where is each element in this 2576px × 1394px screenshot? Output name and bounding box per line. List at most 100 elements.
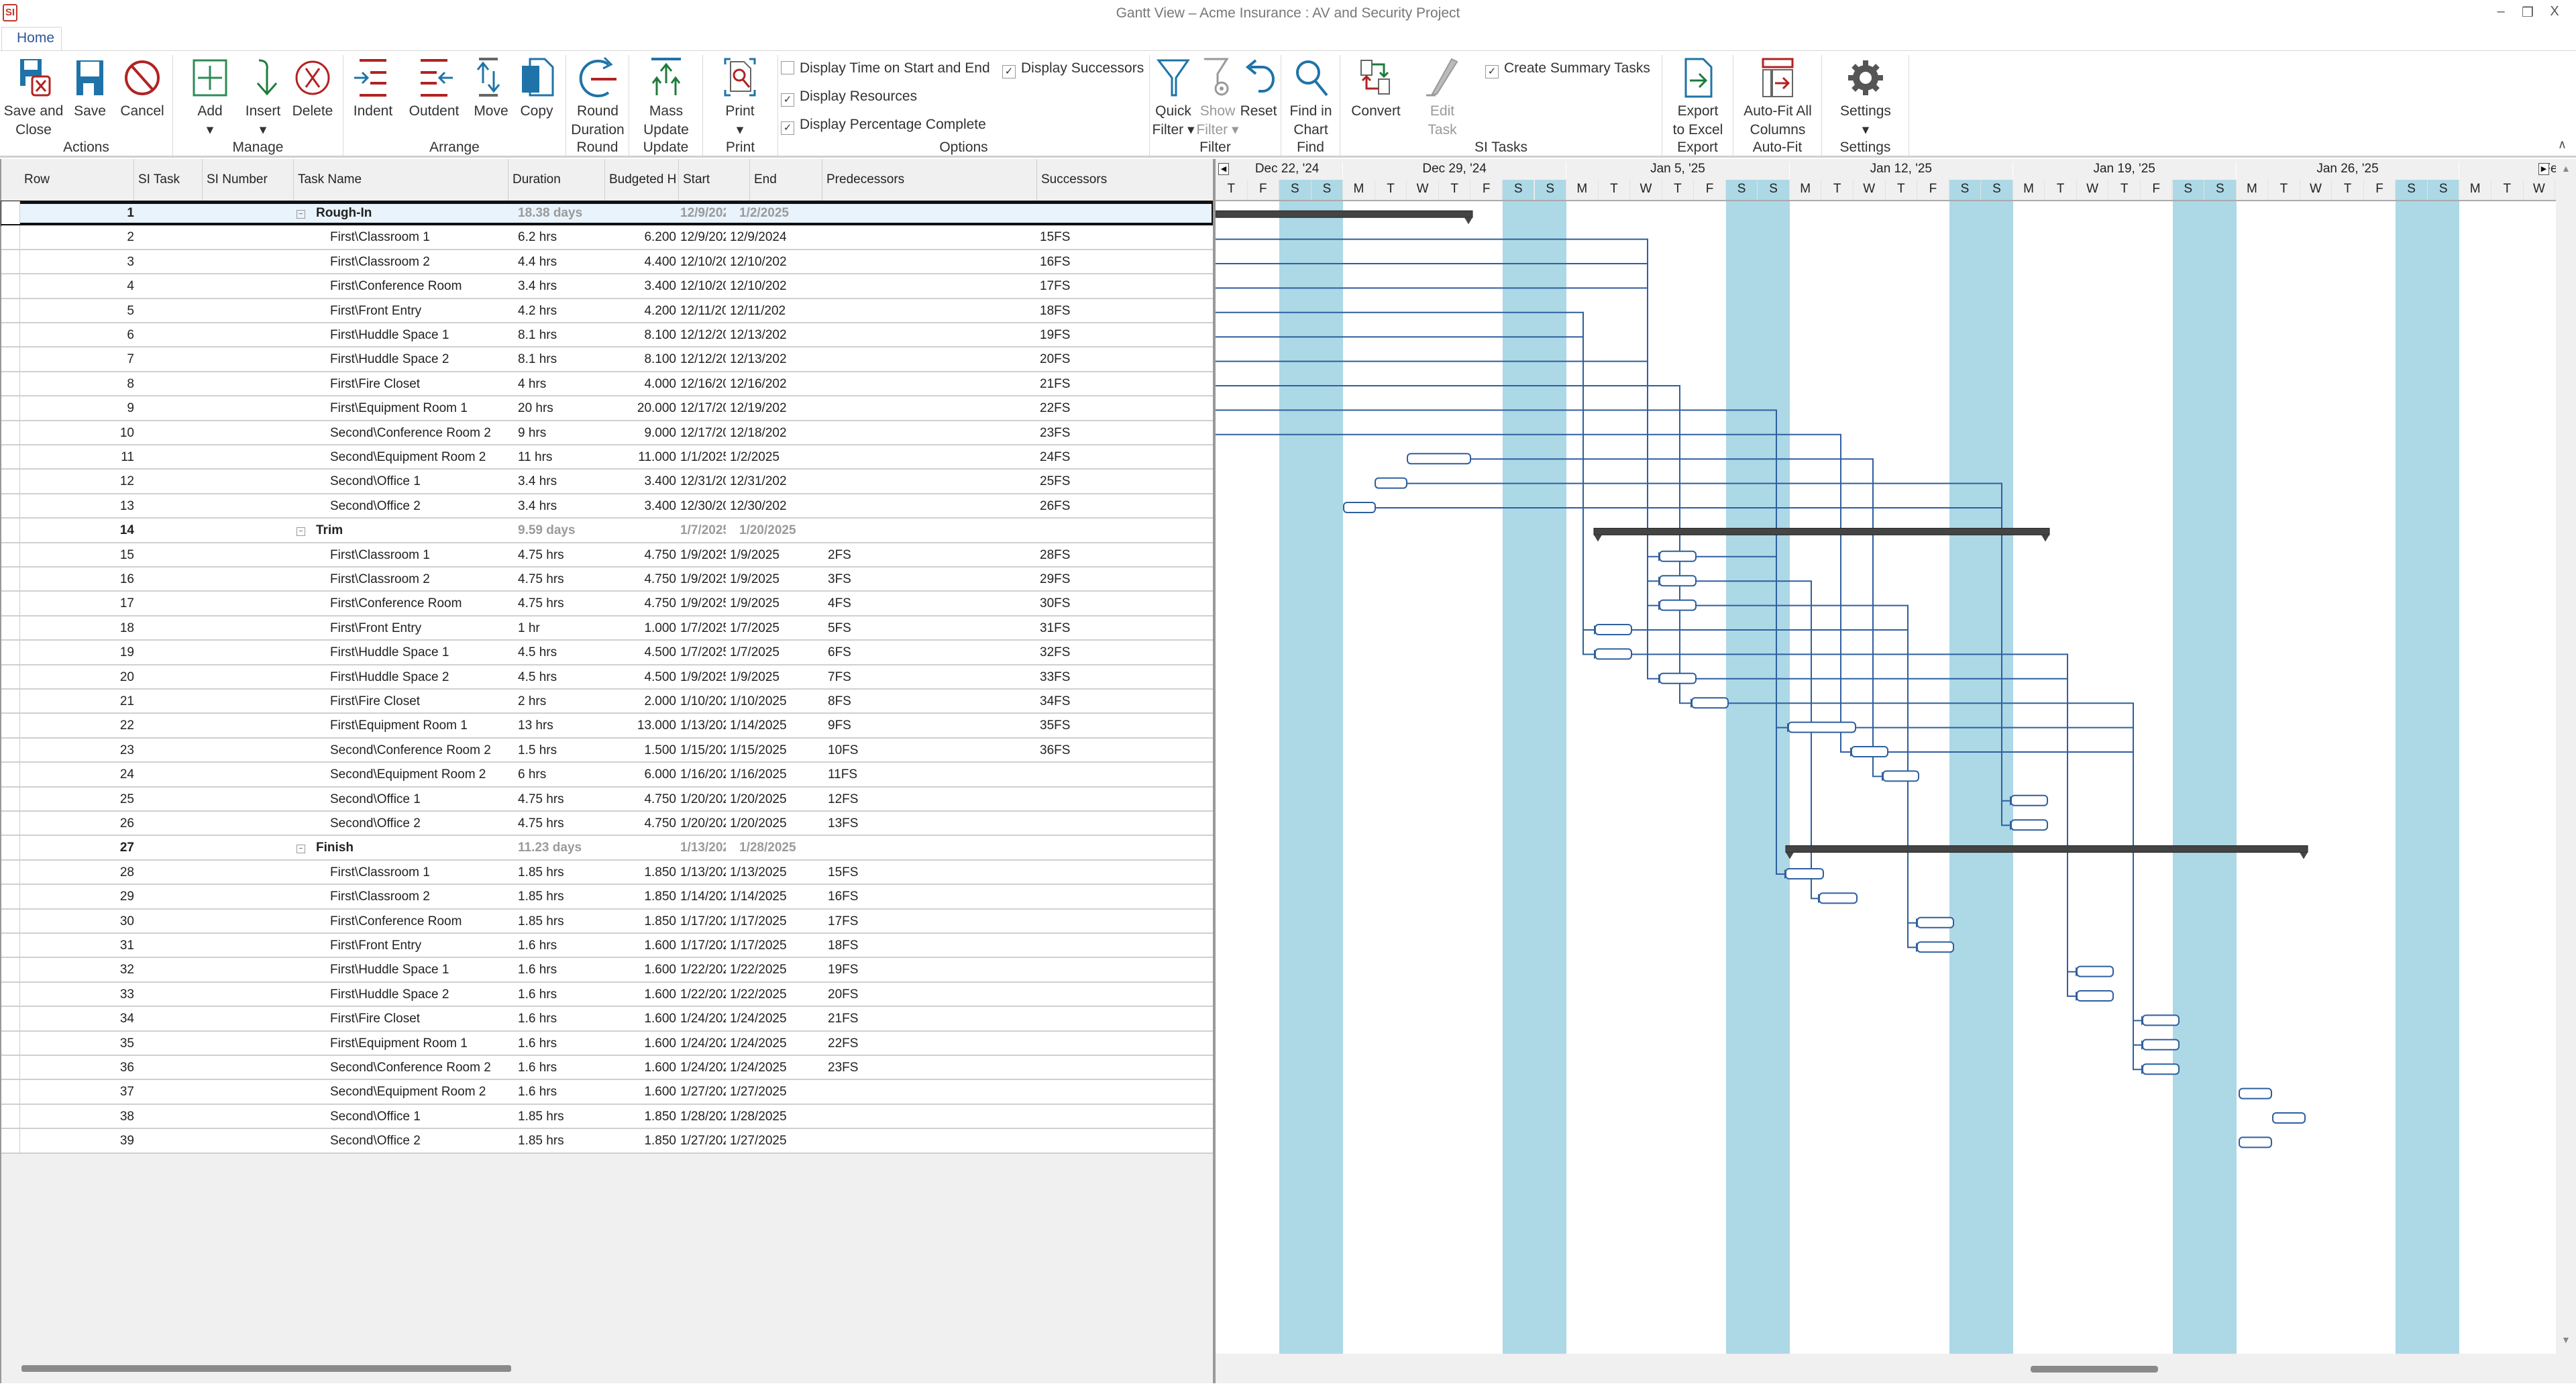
checkbox-display-resources[interactable]: ✓ Display Resources bbox=[781, 89, 917, 107]
cell-successors[interactable]: 16FS bbox=[1040, 255, 1174, 270]
cell-task-name[interactable]: First\Fire Closet bbox=[330, 1012, 511, 1026]
row-header[interactable] bbox=[1, 738, 20, 762]
column-header-start[interactable]: Start bbox=[679, 159, 750, 201]
column-header-successors[interactable]: Successors bbox=[1037, 159, 1214, 201]
cell-budgeted-hours[interactable]: 1.600 bbox=[605, 987, 676, 1002]
cell-task-name[interactable]: First\Huddle Space 2 bbox=[330, 987, 511, 1002]
cell-task-name[interactable]: Second\Equipment Room 2 bbox=[330, 1085, 511, 1100]
row-header[interactable] bbox=[1, 616, 20, 640]
cell-task-name[interactable]: First\Conference Room bbox=[330, 596, 511, 611]
cell-successors[interactable]: 24FS bbox=[1040, 450, 1174, 465]
task-row[interactable]: 17 First\Conference Room 4.75 hrs 4.750 1/9/… bbox=[1, 592, 1214, 616]
cell-budgeted-hours[interactable]: 8.100 bbox=[605, 352, 676, 367]
cell-end[interactable]: 12/11/202 bbox=[726, 304, 818, 319]
save-close-button[interactable]: Save and Close bbox=[0, 55, 67, 140]
cell-budgeted-hours[interactable]: 3.400 bbox=[605, 474, 676, 489]
task-row[interactable]: 38 Second\Office 1 1.85 hrs 1.850 1/28/202 1/… bbox=[1, 1104, 1214, 1130]
cell-budgeted-hours[interactable]: 4.750 bbox=[605, 816, 676, 831]
cell-budgeted-hours[interactable]: 1.850 bbox=[605, 914, 676, 929]
task-bar[interactable] bbox=[1595, 624, 1632, 635]
export-excel-button[interactable]: Export to Excel bbox=[1668, 55, 1728, 140]
task-bar[interactable] bbox=[1785, 868, 1824, 879]
minimize-button[interactable]: – bbox=[2489, 4, 2513, 19]
task-bar[interactable] bbox=[2142, 1014, 2180, 1026]
task-row[interactable]: 16 First\Classroom 2 4.75 hrs 4.750 1/9/2025… bbox=[1, 568, 1214, 592]
cell-task-name[interactable]: First\Huddle Space 1 bbox=[330, 963, 511, 977]
cell-task-name[interactable]: First\Fire Closet bbox=[330, 694, 511, 709]
round-duration-button[interactable]: Round Duration bbox=[569, 55, 627, 140]
tab-home[interactable]: Home bbox=[1, 27, 62, 51]
cell-predecessors[interactable]: 19FS bbox=[828, 963, 962, 977]
column-header-end[interactable]: End bbox=[750, 159, 822, 201]
checkbox-unchecked-icon[interactable] bbox=[781, 61, 794, 74]
cell-start[interactable]: 1/28/202 bbox=[680, 1110, 726, 1124]
task-row[interactable]: 19 First\Huddle Space 1 4.5 hrs 4.500 1/7/20… bbox=[1, 641, 1214, 665]
move-button[interactable]: Move bbox=[471, 55, 511, 140]
row-header[interactable] bbox=[1, 494, 20, 518]
row-header[interactable] bbox=[1, 982, 20, 1006]
cell-start[interactable]: 1/13/202 bbox=[680, 718, 726, 733]
cell-start[interactable]: 1/15/202 bbox=[680, 743, 726, 758]
grid-horizontal-scrollbar[interactable] bbox=[1, 1354, 1214, 1383]
task-row[interactable]: 28 First\Classroom 1 1.85 hrs 1.850 1/13/202… bbox=[1, 860, 1214, 886]
summary-bar[interactable] bbox=[1785, 845, 2308, 853]
task-row[interactable]: 12 Second\Office 1 3.4 hrs 3.400 12/31/20 12/… bbox=[1, 470, 1214, 494]
delete-button[interactable]: Delete bbox=[284, 55, 341, 140]
task-bar[interactable] bbox=[2076, 965, 2114, 977]
checkbox-create-summary-tasks[interactable]: ✓ Create Summary Tasks bbox=[1485, 60, 1650, 78]
cell-successors[interactable]: 21FS bbox=[1040, 377, 1174, 392]
cell-task-name[interactable]: Second\Office 2 bbox=[330, 499, 511, 514]
cell-budgeted-hours[interactable]: 4.750 bbox=[605, 572, 676, 587]
cell-task-name[interactable]: First\Huddle Space 1 bbox=[330, 645, 511, 660]
column-header-row[interactable]: Row bbox=[20, 159, 134, 201]
task-row[interactable]: 13 Second\Office 2 3.4 hrs 3.400 12/30/20 12/… bbox=[1, 494, 1214, 519]
cell-start[interactable]: 1/1/2025 bbox=[680, 450, 726, 465]
cell-duration[interactable]: 18.38 days bbox=[518, 206, 639, 221]
summary-task-row[interactable]: 1 − Rough-In 18.38 days 12/9/202 1/2/2025 bbox=[1, 200, 1215, 227]
cell-predecessors[interactable]: 15FS bbox=[828, 865, 962, 880]
cell-start[interactable]: 1/17/202 bbox=[680, 939, 726, 953]
task-bar[interactable] bbox=[1882, 770, 1919, 782]
collapse-toggle-icon[interactable]: − bbox=[297, 210, 305, 219]
cell-budgeted-hours[interactable]: 1.600 bbox=[605, 1061, 676, 1075]
task-bar[interactable] bbox=[2142, 1038, 2180, 1051]
cell-start[interactable]: 1/7/2025 bbox=[680, 621, 726, 636]
cell-predecessors[interactable]: 21FS bbox=[828, 1012, 962, 1026]
cell-task-name[interactable]: First\Front Entry bbox=[330, 304, 511, 319]
cell-end[interactable]: 12/30/202 bbox=[726, 499, 818, 514]
cell-start[interactable]: 1/7/2025 bbox=[680, 645, 726, 660]
cell-end[interactable]: 1/2/2025 bbox=[726, 450, 818, 465]
cell-task-name[interactable]: − Rough-In bbox=[297, 206, 478, 221]
task-bar[interactable] bbox=[1917, 916, 1954, 928]
cell-successors[interactable]: 26FS bbox=[1040, 499, 1174, 514]
cell-end[interactable]: 1/10/2025 bbox=[726, 694, 818, 709]
cell-start[interactable]: 12/11/20 bbox=[680, 304, 726, 319]
cell-start[interactable]: 12/12/20 bbox=[680, 328, 726, 343]
copy-button[interactable]: Copy bbox=[513, 55, 561, 140]
task-bar[interactable] bbox=[2272, 1112, 2306, 1124]
task-bar[interactable] bbox=[2142, 1063, 2180, 1075]
cell-budgeted-hours[interactable]: 6.200 bbox=[605, 230, 676, 245]
row-header[interactable] bbox=[1, 958, 20, 981]
show-filter-button[interactable]: Show Filter ▾ bbox=[1194, 55, 1241, 140]
cell-budgeted-hours[interactable]: 2.000 bbox=[605, 694, 676, 709]
cell-successors[interactable]: 22FS bbox=[1040, 401, 1174, 416]
cell-predecessors[interactable]: 16FS bbox=[828, 890, 962, 904]
task-row[interactable]: 37 Second\Equipment Room 2 1.6 hrs 1.600 1/2… bbox=[1, 1080, 1214, 1105]
cell-successors[interactable]: 28FS bbox=[1040, 548, 1174, 563]
cell-predecessors[interactable]: 6FS bbox=[828, 645, 962, 660]
cell-start[interactable]: 1/27/202 bbox=[680, 1085, 726, 1100]
cell-budgeted-hours[interactable]: 6.000 bbox=[605, 767, 676, 782]
cell-budgeted-hours[interactable]: 4.200 bbox=[605, 304, 676, 319]
cell-budgeted-hours[interactable]: 4.400 bbox=[605, 255, 676, 270]
cell-task-name[interactable]: First\Classroom 2 bbox=[330, 255, 511, 270]
cell-task-name[interactable]: First\Huddle Space 2 bbox=[330, 352, 511, 367]
row-header[interactable] bbox=[1, 201, 20, 225]
cell-end[interactable]: 1/24/2025 bbox=[726, 1012, 818, 1026]
summary-task-row[interactable]: 14 − Trim 9.59 days 1/7/2025 1/20/2025 bbox=[1, 519, 1214, 543]
cell-predecessors[interactable]: 13FS bbox=[828, 816, 962, 831]
edit-task-button[interactable]: Edit Task bbox=[1422, 55, 1462, 140]
task-row[interactable]: 4 First\Conference Room 3.4 hrs 3.400 12/10/… bbox=[1, 274, 1214, 299]
cell-end[interactable]: 1/15/2025 bbox=[726, 743, 818, 758]
cell-end[interactable]: 12/31/202 bbox=[726, 474, 818, 489]
